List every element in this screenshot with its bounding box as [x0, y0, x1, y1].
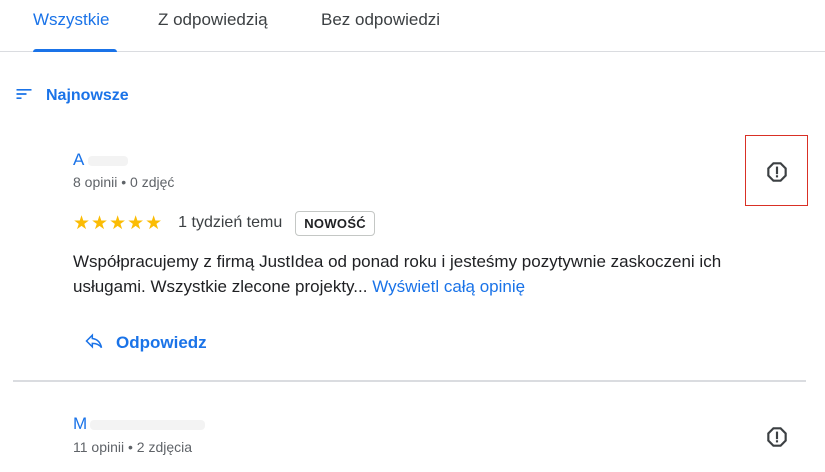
review-text: Współpracujemy z firmą JustIdea od ponad… [73, 249, 793, 299]
reviewer-name[interactable]: A [73, 150, 84, 170]
review-card: M 11 opinii • 2 zdjęcia [0, 382, 825, 472]
review-card: A 8 opinii • 0 zdjęć ★★★★★ 1 tydzień tem… [0, 0, 825, 380]
show-full-review-link[interactable]: Wyświetl całą opinię [372, 277, 525, 296]
review-time: 1 tydzień temu [178, 214, 283, 231]
reply-icon [84, 331, 104, 356]
rating-row: ★★★★★ 1 tydzień temu NOWOŚĆ [73, 208, 375, 238]
redacted-name [88, 156, 128, 166]
reviewer-meta: 8 opinii • 0 zdjęć [73, 174, 175, 190]
star-rating: ★★★★★ [73, 212, 164, 234]
highlight-box [745, 135, 808, 206]
reviewer-meta: 11 opinii • 2 zdjęcia [73, 439, 193, 455]
new-badge: NOWOŚĆ [295, 210, 375, 236]
redacted-name [90, 420, 205, 430]
report-button[interactable] [764, 424, 790, 450]
report-icon [764, 427, 790, 454]
reviewer-name[interactable]: M [73, 414, 87, 434]
reply-button[interactable]: Odpowiedz [84, 332, 207, 354]
reply-label: Odpowiedz [116, 333, 207, 352]
